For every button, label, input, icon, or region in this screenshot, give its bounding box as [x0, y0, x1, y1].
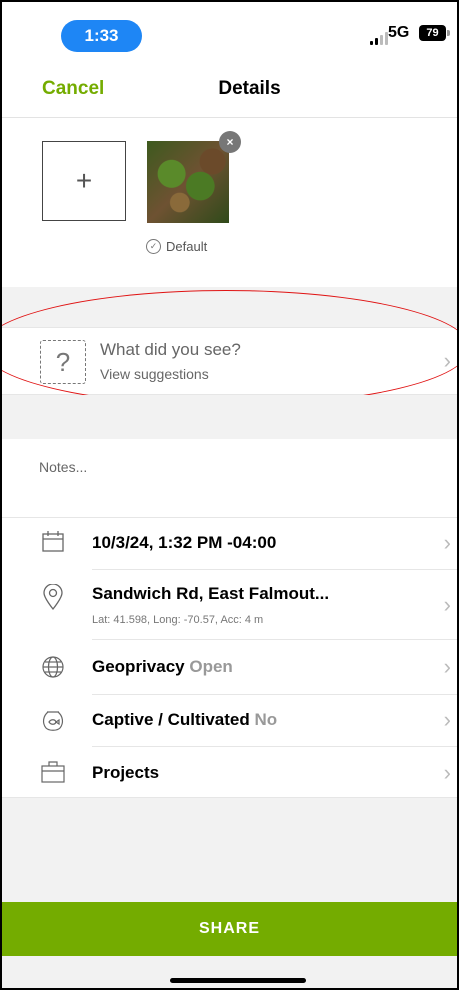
status-time: 1:33 — [61, 20, 142, 52]
chevron-right-icon: › — [443, 707, 451, 732]
default-photo-toggle[interactable]: ✓ Default — [146, 239, 207, 254]
location-pin-icon — [40, 584, 66, 610]
signal-icon — [370, 32, 388, 45]
date-label: 10/3/24, 1:32 PM -04:00 — [92, 533, 277, 552]
home-indicator[interactable] — [170, 978, 306, 983]
battery-icon: 79 — [419, 25, 446, 41]
captive-row[interactable]: Captive / Cultivated No › — [2, 695, 457, 747]
notes-placeholder: Notes... — [39, 459, 88, 475]
location-row[interactable]: Sandwich Rd, East Falmout... Lat: 41.598… — [2, 570, 457, 640]
remove-photo-button[interactable]: × — [219, 131, 241, 153]
date-row[interactable]: 10/3/24, 1:32 PM -04:00 › — [2, 517, 457, 570]
plus-icon: + — [75, 165, 93, 196]
geoprivacy-title: Geoprivacy — [92, 657, 185, 676]
captive-label: Captive / Cultivated No — [92, 710, 277, 730]
location-coords: Lat: 41.598, Long: -70.57, Acc: 4 m — [92, 614, 264, 626]
section-divider — [2, 287, 457, 327]
phone-screen: 1:33 5G 79 Cancel Details + × ✓ Default … — [0, 0, 459, 990]
notes-field[interactable]: Notes... — [2, 439, 457, 517]
status-bar: 1:33 5G 79 — [2, 2, 457, 62]
suggestion-title: What did you see? — [100, 340, 241, 359]
row-divider — [2, 517, 457, 518]
projects-label: Projects — [92, 763, 160, 782]
home-indicator-area — [2, 956, 457, 988]
globe-icon — [40, 654, 66, 680]
photo-section: + × ✓ Default — [2, 119, 457, 287]
question-mark-icon: ? — [40, 340, 86, 384]
chevron-right-icon: › — [443, 348, 451, 373]
add-photo-button[interactable]: + — [42, 141, 126, 221]
fishbowl-icon — [40, 708, 66, 734]
section-divider — [2, 395, 457, 439]
suggestion-subtitle: View suggestions — [100, 366, 209, 382]
captive-value: No — [254, 710, 278, 729]
briefcase-icon — [40, 759, 66, 785]
photo-thumbnail[interactable] — [147, 141, 229, 223]
network-label: 5G — [388, 24, 410, 41]
nav-header: Cancel Details — [2, 62, 457, 118]
default-label: Default — [166, 239, 208, 254]
page-title: Details — [218, 78, 281, 99]
geoprivacy-label: Geoprivacy Open — [92, 657, 233, 677]
share-button[interactable]: SHARE — [2, 902, 457, 956]
empty-area — [2, 798, 457, 918]
geoprivacy-value: Open — [189, 657, 233, 676]
chevron-right-icon: › — [443, 530, 451, 555]
check-circle-icon: ✓ — [146, 239, 161, 254]
chevron-right-icon: › — [443, 654, 451, 679]
captive-title: Captive / Cultivated — [92, 710, 250, 729]
battery-tip — [447, 30, 450, 36]
chevron-right-icon: › — [443, 592, 451, 617]
species-suggestion-row[interactable]: ? What did you see? View suggestions › — [2, 327, 457, 395]
projects-row[interactable]: Projects › — [2, 747, 457, 798]
chevron-right-icon: › — [443, 760, 451, 785]
calendar-icon — [40, 529, 66, 555]
geoprivacy-row[interactable]: Geoprivacy Open › — [2, 640, 457, 695]
location-label: Sandwich Rd, East Falmout... — [92, 584, 330, 603]
